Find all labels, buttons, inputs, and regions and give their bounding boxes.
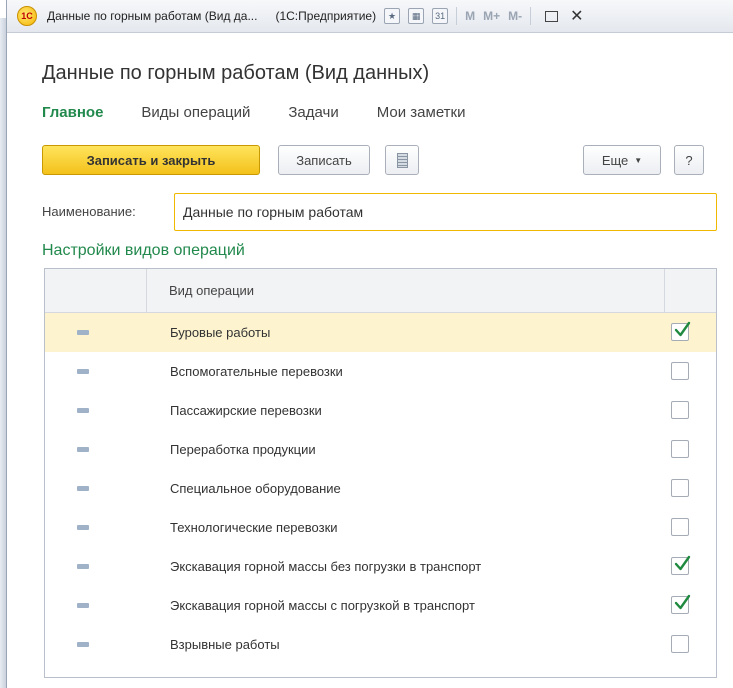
table-row[interactable]: Пассажирские перевозки — [45, 391, 716, 430]
section-title: Настройки видов операций — [42, 242, 245, 259]
name-field-label: Наименование: — [42, 204, 136, 219]
row-operation-label: Взрывные работы — [170, 637, 280, 652]
row-marker-icon — [77, 642, 89, 647]
name-input[interactable]: Данные по горным работам — [174, 193, 717, 231]
tab-tasks[interactable]: Задачи — [288, 104, 338, 121]
row-marker-icon — [77, 330, 89, 335]
row-operation-label: Экскавация горной массы с погрузкой в тр… — [170, 598, 475, 613]
form-tabs: Главное Виды операций Задачи Мои заметки — [42, 104, 503, 121]
save-button[interactable]: Записать — [278, 145, 370, 175]
row-operation-label: Пассажирские перевозки — [170, 403, 322, 418]
row-marker-icon — [77, 564, 89, 569]
titlebar-separator — [456, 7, 458, 25]
window-app-name: (1С:Предприятие) — [275, 9, 377, 23]
row-operation-label: Переработка продукции — [170, 442, 316, 457]
row-checkbox[interactable] — [671, 401, 689, 419]
row-operation-label: Вспомогательные перевозки — [170, 364, 343, 379]
row-marker-icon — [77, 603, 89, 608]
row-checkbox[interactable] — [671, 594, 691, 614]
table-row[interactable]: Технологические перевозки — [45, 508, 716, 547]
row-operation-label: Технологические перевозки — [170, 520, 338, 535]
row-operation-label: Экскавация горной массы без погрузки в т… — [170, 559, 482, 574]
help-button[interactable]: ? — [674, 145, 704, 175]
row-marker-icon — [77, 447, 89, 452]
list-button[interactable] — [385, 145, 419, 175]
memory-mminus-button[interactable]: M- — [508, 9, 522, 23]
row-checkbox[interactable] — [671, 321, 691, 341]
table-row[interactable]: Специальное оборудование — [45, 469, 716, 508]
chevron-down-icon: ▼ — [634, 155, 643, 165]
checkmark-icon — [674, 594, 691, 610]
header-operation-type[interactable]: Вид операции — [147, 269, 665, 313]
maximize-icon[interactable] — [545, 10, 559, 22]
app-logo-icon[interactable]: 1С — [17, 6, 37, 26]
row-operation-label: Специальное оборудование — [170, 481, 341, 496]
titlebar-separator — [530, 7, 532, 25]
table-row[interactable]: Взрывные работы — [45, 625, 716, 664]
row-marker-icon — [77, 369, 89, 374]
row-checkbox[interactable] — [671, 362, 689, 380]
tab-operation-types[interactable]: Виды операций — [141, 104, 250, 121]
page-title: Данные по горным работам (Вид данных) — [42, 62, 430, 84]
tab-main[interactable]: Главное — [42, 104, 103, 121]
form-window: 1С Данные по горным работам (Вид да... (… — [6, 0, 733, 688]
table-row[interactable]: Экскавация горной массы с погрузкой в тр… — [45, 586, 716, 625]
title-bar: 1С Данные по горным работам (Вид да... (… — [7, 0, 733, 33]
row-checkbox[interactable] — [671, 635, 689, 653]
row-checkbox[interactable] — [671, 518, 689, 536]
window-title: Данные по горным работам (Вид да... — [47, 9, 258, 23]
operation-types-table: Вид операции Буровые работы Вспомогательн… — [44, 268, 717, 678]
row-checkbox[interactable] — [671, 440, 689, 458]
row-marker-icon — [77, 525, 89, 530]
save-and-close-button[interactable]: Записать и закрыть — [42, 145, 260, 175]
checkmark-icon — [674, 555, 691, 571]
checkmark-icon — [674, 321, 691, 337]
more-button[interactable]: Еще ▼ — [583, 145, 661, 175]
close-icon[interactable]: ✕ — [570, 6, 583, 26]
row-marker-icon — [77, 408, 89, 413]
table-row[interactable]: Экскавация горной массы без погрузки в т… — [45, 547, 716, 586]
row-marker-icon — [77, 486, 89, 491]
memory-mplus-button[interactable]: M+ — [483, 9, 500, 23]
table-header: Вид операции — [45, 269, 716, 313]
command-bar: Записать и закрыть Записать Еще ▼ ? — [42, 145, 704, 175]
tab-my-notes[interactable]: Мои заметки — [377, 104, 466, 121]
header-check-column[interactable] — [665, 269, 716, 313]
row-checkbox[interactable] — [671, 479, 689, 497]
table-row[interactable]: Буровые работы — [45, 313, 716, 352]
list-icon — [396, 152, 408, 168]
more-button-label: Еще — [601, 152, 629, 168]
table-row[interactable]: Вспомогательные перевозки — [45, 352, 716, 391]
calculator-icon[interactable]: ▦ — [408, 8, 425, 24]
table-body: Буровые работы Вспомогательные перевозки П… — [45, 313, 716, 664]
table-row[interactable]: Переработка продукции — [45, 430, 716, 469]
calendar-icon[interactable]: 31 — [432, 8, 449, 24]
memory-m-button[interactable]: M — [465, 9, 475, 23]
row-operation-label: Буровые работы — [170, 325, 271, 340]
row-checkbox[interactable] — [671, 555, 691, 575]
name-field-row: Наименование: Данные по горным работам — [42, 193, 717, 231]
favorite-icon[interactable]: ★ — [384, 8, 401, 24]
header-marker-column[interactable] — [45, 269, 147, 313]
